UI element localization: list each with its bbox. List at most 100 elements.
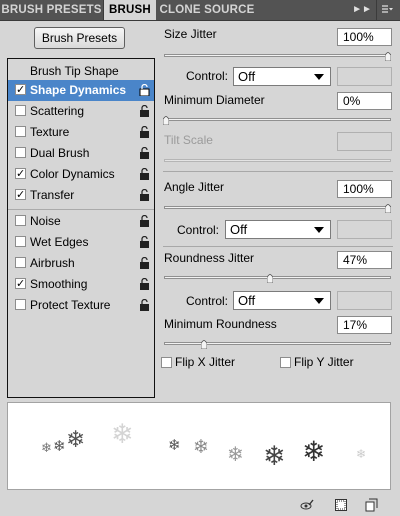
minimum-diameter-slider[interactable]	[164, 118, 391, 121]
roundness-control-extra-field	[337, 291, 392, 310]
toggle-live-tip-icon[interactable]	[300, 498, 314, 512]
brush-presets-button[interactable]: Brush Presets	[34, 27, 125, 49]
dropdown-value: Off	[238, 293, 256, 308]
minimum-roundness-input[interactable]: 17%	[337, 316, 392, 334]
list-item-shape-dynamics[interactable]: ✓ Shape Dynamics	[8, 80, 154, 101]
lock-icon[interactable]	[139, 84, 150, 96]
list-item-label: Wet Edges	[30, 235, 89, 249]
list-item-label: Scattering	[30, 104, 85, 118]
tab-clone-source[interactable]: CLONE SOURCE	[157, 0, 257, 20]
tab-brush-presets[interactable]: BRUSH PRESETS	[0, 0, 104, 20]
lock-icon[interactable]	[139, 147, 150, 159]
snowflake-icon: ❄	[53, 438, 66, 455]
roundness-jitter-input[interactable]: 47%	[337, 251, 392, 269]
dropdown-value: Off	[238, 69, 256, 84]
list-item-color-dynamics[interactable]: ✓ Color Dynamics	[8, 164, 154, 185]
minimum-roundness-thumb[interactable]	[200, 340, 207, 349]
angle-jitter-thumb[interactable]	[385, 204, 391, 213]
list-item-label: Noise	[30, 214, 61, 228]
snowflake-icon: ❄	[356, 447, 367, 461]
roundness-control-label: Control:	[186, 294, 229, 308]
tab-brush[interactable]: BRUSH	[104, 0, 156, 20]
checkbox-airbrush[interactable]	[15, 257, 26, 268]
snowflake-icon: ❄	[193, 437, 209, 458]
angle-control-dropdown[interactable]: Off	[225, 220, 331, 239]
angle-jitter-slider[interactable]	[164, 206, 391, 209]
list-item-transfer[interactable]: ✓ Transfer	[8, 185, 154, 206]
section-divider	[163, 246, 393, 247]
double-arrow-icon[interactable]: ►►	[352, 0, 372, 20]
brush-settings-list: Brush Tip Shape ✓ Shape Dynamics Scatter…	[7, 58, 155, 398]
angle-control-extra-field	[337, 220, 392, 239]
lock-icon[interactable]	[139, 168, 150, 180]
lock-icon[interactable]	[139, 299, 150, 311]
snowflake-icon: ❄	[227, 444, 244, 466]
brush-tip-shape-item[interactable]: Brush Tip Shape	[30, 64, 119, 78]
lock-icon[interactable]	[139, 105, 150, 117]
chevron-down-icon	[314, 74, 324, 80]
roundness-jitter-thumb[interactable]	[267, 274, 274, 283]
tilt-scale-slider	[164, 159, 391, 162]
list-item-smoothing[interactable]: ✓ Smoothing	[8, 274, 154, 295]
checkbox-texture[interactable]	[15, 126, 26, 137]
flip-y-jitter-checkbox[interactable]	[280, 357, 291, 368]
list-item-label: Color Dynamics	[30, 167, 115, 181]
lock-icon[interactable]	[139, 257, 150, 269]
size-control-dropdown[interactable]: Off	[233, 67, 331, 86]
minimum-roundness-label: Minimum Roundness	[164, 317, 277, 331]
list-item-texture[interactable]: Texture	[8, 122, 154, 143]
list-item-protect-texture[interactable]: Protect Texture	[8, 295, 154, 316]
lock-icon[interactable]	[139, 126, 150, 138]
snowflake-icon: ❄	[263, 441, 286, 471]
snowflake-icon: ❄	[111, 419, 134, 449]
list-divider	[8, 209, 154, 210]
lock-icon[interactable]	[139, 236, 150, 248]
list-item-dual-brush[interactable]: Dual Brush	[8, 143, 154, 164]
checkbox-wet-edges[interactable]	[15, 236, 26, 247]
lock-icon[interactable]	[139, 215, 150, 227]
list-item-label: Dual Brush	[30, 146, 90, 160]
checkbox-noise[interactable]	[15, 215, 26, 226]
checkbox-dual-brush[interactable]	[15, 147, 26, 158]
chevron-down-icon	[314, 298, 324, 304]
checkbox-scattering[interactable]	[15, 105, 26, 116]
angle-jitter-input[interactable]: 100%	[337, 180, 392, 198]
size-jitter-input[interactable]: 100%	[337, 28, 392, 46]
list-item-label: Smoothing	[30, 277, 88, 291]
checkbox-color-dynamics[interactable]: ✓	[15, 168, 26, 180]
checkbox-transfer[interactable]: ✓	[15, 189, 26, 201]
lock-icon[interactable]	[139, 189, 150, 201]
snowflake-icon: ❄	[168, 437, 181, 454]
minimum-roundness-slider[interactable]	[164, 342, 391, 345]
list-item-airbrush[interactable]: Airbrush	[8, 253, 154, 274]
snowflake-icon: ❄	[41, 440, 52, 455]
roundness-control-dropdown[interactable]: Off	[233, 291, 331, 310]
flip-x-jitter-checkbox[interactable]	[161, 357, 172, 368]
list-item-label: Transfer	[30, 188, 75, 202]
list-item-noise[interactable]: Noise	[8, 211, 154, 232]
lock-icon[interactable]	[139, 278, 150, 290]
list-item-scattering[interactable]: Scattering	[8, 101, 154, 122]
checkbox-protect-texture[interactable]	[15, 299, 26, 310]
tilt-scale-label: Tilt Scale	[164, 133, 213, 147]
snowflake-icon: ❄	[302, 436, 326, 467]
new-preset-icon[interactable]	[364, 498, 378, 512]
flip-y-jitter-label[interactable]: Flip Y Jitter	[294, 355, 354, 369]
checkbox-shape-dynamics[interactable]: ✓	[15, 84, 26, 96]
roundness-jitter-slider[interactable]	[164, 276, 391, 279]
snowflake-icon: ❄	[66, 426, 86, 452]
checkbox-smoothing[interactable]: ✓	[15, 278, 26, 290]
size-jitter-slider[interactable]	[164, 54, 391, 57]
panel-tab-bar: BRUSH PRESETS BRUSH CLONE SOURCE ►►	[0, 0, 400, 21]
tilt-scale-input	[337, 132, 392, 151]
size-control-label: Control:	[186, 69, 229, 83]
brush-stroke-preview: ❄ ❄ ❄ ❄ ❄ ❄ ❄ ❄ ❄ ❄	[7, 402, 391, 490]
create-new-brush-icon[interactable]	[334, 498, 348, 512]
minimum-diameter-thumb[interactable]	[163, 116, 169, 125]
panel-menu-icon[interactable]	[376, 0, 397, 20]
minimum-diameter-input[interactable]: 0%	[337, 92, 392, 110]
size-jitter-thumb[interactable]	[385, 52, 391, 61]
flip-x-jitter-label[interactable]: Flip X Jitter	[175, 355, 235, 369]
list-item-label: Shape Dynamics	[30, 83, 127, 97]
list-item-wet-edges[interactable]: Wet Edges	[8, 232, 154, 253]
